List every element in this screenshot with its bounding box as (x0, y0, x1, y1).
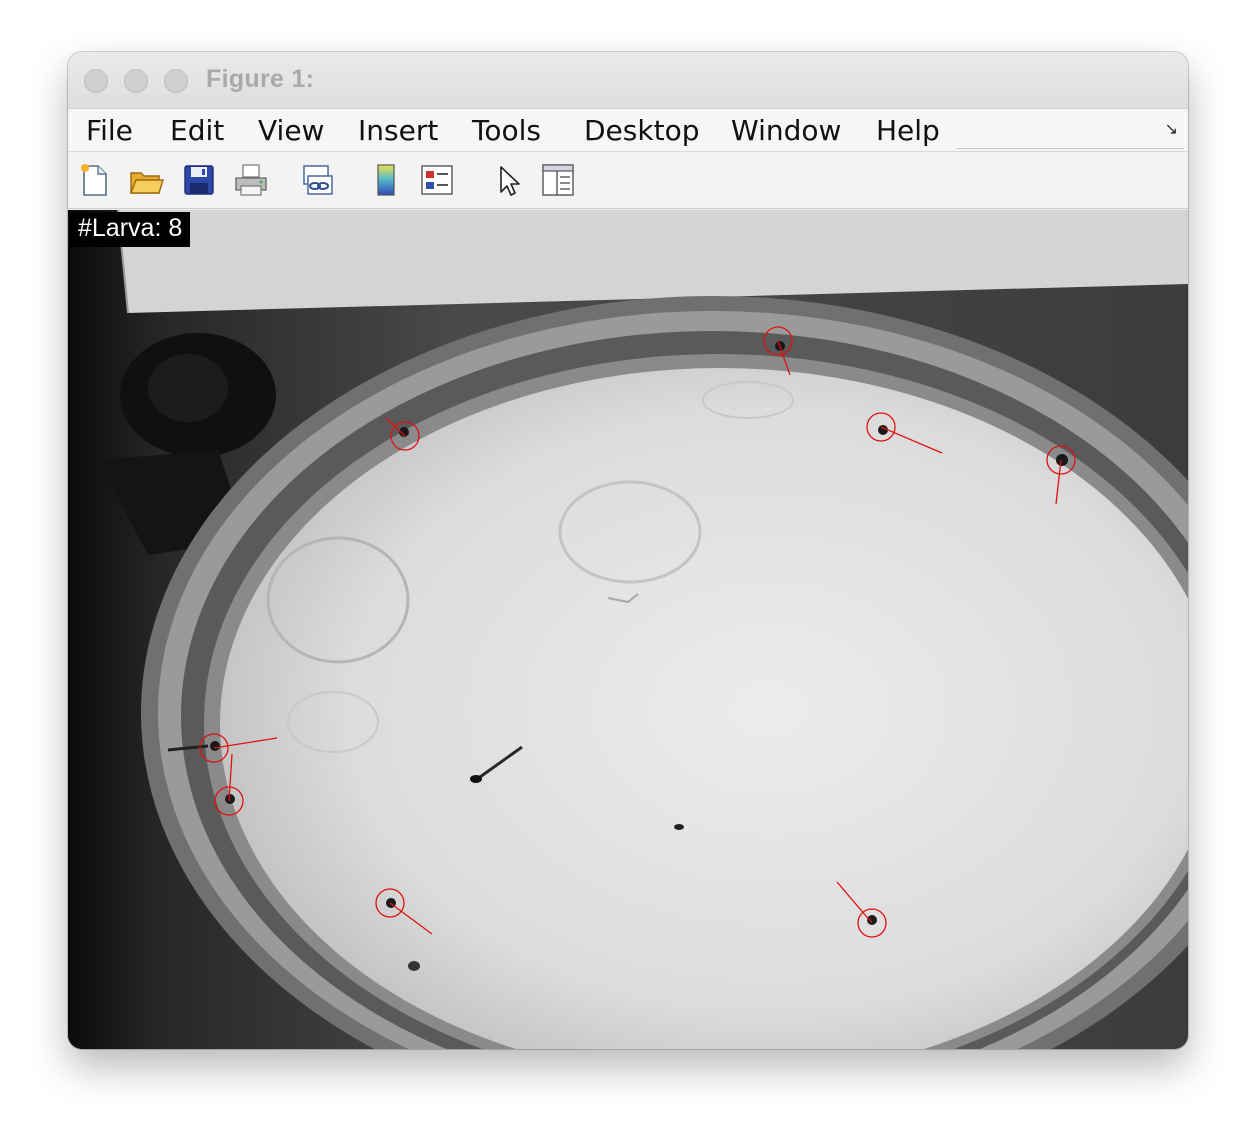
print-icon (235, 164, 267, 196)
open-file-icon (129, 172, 164, 194)
insert-colorbar-button[interactable] (368, 162, 404, 198)
window-title: Figure 1: (206, 65, 315, 93)
save-icon (184, 165, 214, 195)
larva-count-label: #Larva: 8 (70, 212, 191, 247)
menu-insert[interactable]: Insert (358, 114, 438, 147)
menu-view[interactable]: View (258, 114, 324, 147)
new-figure-icon (81, 164, 107, 196)
new-figure-button[interactable] (76, 162, 112, 198)
legend-icon (421, 165, 453, 195)
property-inspector-icon (542, 164, 574, 196)
dock-figure-icon[interactable]: ↘ (1165, 119, 1178, 139)
menu-divider (956, 148, 1184, 149)
menu-desktop[interactable]: Desktop (584, 114, 699, 147)
figure-axes-image[interactable]: #Larva: 8 (68, 210, 1188, 1049)
figure-toolbar (68, 152, 1188, 209)
link-plot-button[interactable] (300, 162, 336, 198)
minimize-window-button[interactable] (124, 69, 148, 93)
colorbar-icon (377, 164, 395, 196)
insert-legend-button[interactable] (419, 162, 455, 198)
menu-tools[interactable]: Tools (472, 114, 541, 147)
property-inspector-button[interactable] (540, 162, 576, 198)
link-plot-icon (303, 165, 333, 195)
edit-plot-pointer-icon (500, 166, 520, 196)
save-button[interactable] (181, 162, 217, 198)
title-bar[interactable]: Figure 1: (68, 52, 1188, 109)
print-button[interactable] (233, 162, 269, 198)
close-window-button[interactable] (84, 69, 108, 93)
menu-file[interactable]: File (86, 114, 133, 147)
menu-bar: File Edit View Insert Tools Desktop Wind… (68, 109, 1188, 152)
menu-help[interactable]: Help (876, 114, 940, 147)
zoom-window-button[interactable] (164, 69, 188, 93)
edit-plot-button[interactable] (492, 162, 528, 198)
figure-window: Figure 1: File Edit View Insert Tools De… (68, 52, 1188, 1049)
open-file-button[interactable] (128, 162, 164, 198)
menu-window[interactable]: Window (731, 114, 841, 147)
menu-edit[interactable]: Edit (170, 114, 224, 147)
petri-dish-image (68, 210, 1188, 1049)
